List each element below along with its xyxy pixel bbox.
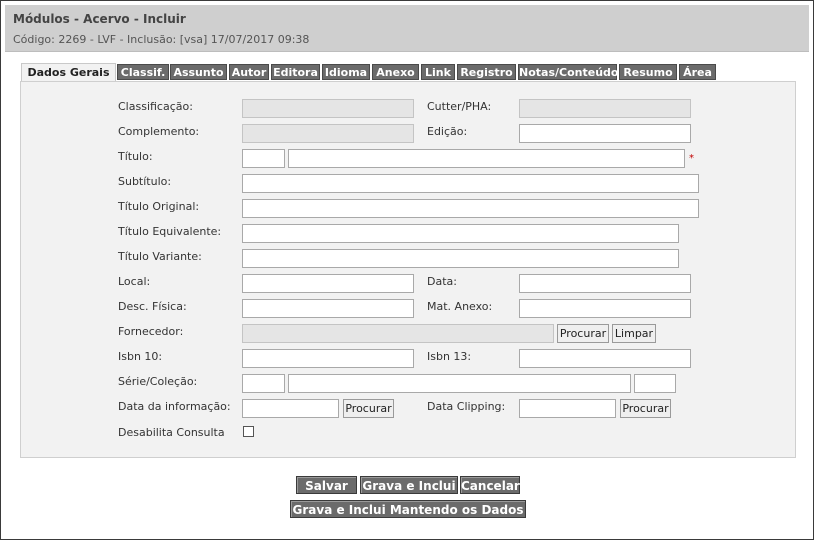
subtitulo-label: Subtítulo: bbox=[118, 175, 172, 188]
required-marker: * bbox=[689, 153, 694, 164]
window-header: Módulos - Acervo - Incluir Código: 2269 … bbox=[5, 5, 809, 52]
cutter-field[interactable] bbox=[519, 99, 691, 118]
data-informacao-procurar-button[interactable]: Procurar bbox=[343, 399, 394, 418]
subtitulo-field[interactable] bbox=[242, 174, 699, 193]
tab-anexo[interactable]: Anexo bbox=[372, 64, 419, 80]
titulo-original-field[interactable] bbox=[242, 199, 699, 218]
serie-colecao-field[interactable] bbox=[288, 374, 631, 393]
tab-notas-conteudo[interactable]: Notas/Conteúdo bbox=[518, 64, 618, 80]
isbn10-field[interactable] bbox=[242, 349, 414, 368]
salvar-button[interactable]: Salvar bbox=[296, 476, 357, 494]
desc-fisica-label: Desc. Física: bbox=[118, 300, 187, 313]
fornecedor-label: Fornecedor: bbox=[118, 325, 184, 338]
fornecedor-field[interactable] bbox=[242, 324, 554, 343]
complemento-label: Complemento: bbox=[118, 125, 200, 138]
tab-resumo[interactable]: Resumo bbox=[619, 64, 677, 80]
data-label: Data: bbox=[427, 275, 457, 288]
tab-area[interactable]: Área bbox=[679, 64, 716, 80]
cutter-label: Cutter/PHA: bbox=[427, 100, 492, 113]
titulo-variante-label: Título Variante: bbox=[118, 250, 202, 263]
mat-anexo-label: Mat. Anexo: bbox=[427, 300, 493, 313]
classificacao-label: Classificação: bbox=[118, 100, 193, 113]
classificacao-field[interactable] bbox=[242, 99, 414, 118]
titulo-label: Título: bbox=[118, 150, 153, 163]
titulo-artigo-field[interactable] bbox=[242, 149, 285, 168]
titulo-equivalente-field[interactable] bbox=[242, 224, 679, 243]
edicao-label: Edição: bbox=[427, 125, 468, 138]
data-field[interactable] bbox=[519, 274, 691, 293]
complemento-field[interactable] bbox=[242, 124, 414, 143]
isbn10-label: Isbn 10: bbox=[118, 350, 163, 363]
data-clipping-procurar-button[interactable]: Procurar bbox=[620, 399, 671, 418]
isbn13-field[interactable] bbox=[519, 349, 691, 368]
titulo-original-label: Título Original: bbox=[118, 200, 200, 213]
data-clipping-field[interactable] bbox=[519, 399, 616, 418]
tab-dados-gerais[interactable]: Dados Gerais bbox=[21, 63, 116, 82]
tab-idioma[interactable]: Idioma bbox=[322, 64, 370, 80]
data-informacao-field[interactable] bbox=[242, 399, 339, 418]
data-informacao-label: Data da informação: bbox=[118, 400, 231, 413]
tab-editora[interactable]: Editora bbox=[271, 64, 320, 80]
desabilita-consulta-checkbox[interactable] bbox=[243, 426, 254, 437]
grava-inclui-mantendo-button[interactable]: Grava e Inclui Mantendo os Dados bbox=[290, 500, 526, 518]
fornecedor-limpar-button[interactable]: Limpar bbox=[612, 324, 656, 343]
tab-assunto[interactable]: Assunto bbox=[170, 64, 227, 80]
desc-fisica-field[interactable] bbox=[242, 299, 414, 318]
tab-registro[interactable]: Registro bbox=[457, 64, 516, 80]
mat-anexo-field[interactable] bbox=[519, 299, 691, 318]
data-clipping-label: Data Clipping: bbox=[427, 400, 506, 413]
desabilita-consulta-label: Desabilita Consulta bbox=[118, 426, 225, 439]
page-title: Módulos - Acervo - Incluir bbox=[13, 12, 186, 26]
tab-link[interactable]: Link bbox=[421, 64, 455, 80]
grava-inclui-button[interactable]: Grava e Inclui bbox=[360, 476, 458, 494]
local-field[interactable] bbox=[242, 274, 414, 293]
edicao-field[interactable] bbox=[519, 124, 691, 143]
local-label: Local: bbox=[118, 275, 151, 288]
tab-classif[interactable]: Classif. bbox=[117, 64, 169, 80]
isbn13-label: Isbn 13: bbox=[427, 350, 472, 363]
serie-colecao-label: Série/Coleção: bbox=[118, 375, 198, 388]
record-info: Código: 2269 - LVF - Inclusão: [vsa] 17/… bbox=[13, 33, 310, 46]
serie-artigo-field[interactable] bbox=[242, 374, 285, 393]
titulo-equivalente-label: Título Equivalente: bbox=[118, 225, 222, 238]
titulo-variante-field[interactable] bbox=[242, 249, 679, 268]
tab-autor[interactable]: Autor bbox=[229, 64, 269, 80]
titulo-field[interactable] bbox=[288, 149, 685, 168]
fornecedor-procurar-button[interactable]: Procurar bbox=[557, 324, 609, 343]
serie-numero-field[interactable] bbox=[634, 374, 676, 393]
cancelar-button[interactable]: Cancelar bbox=[460, 476, 520, 494]
